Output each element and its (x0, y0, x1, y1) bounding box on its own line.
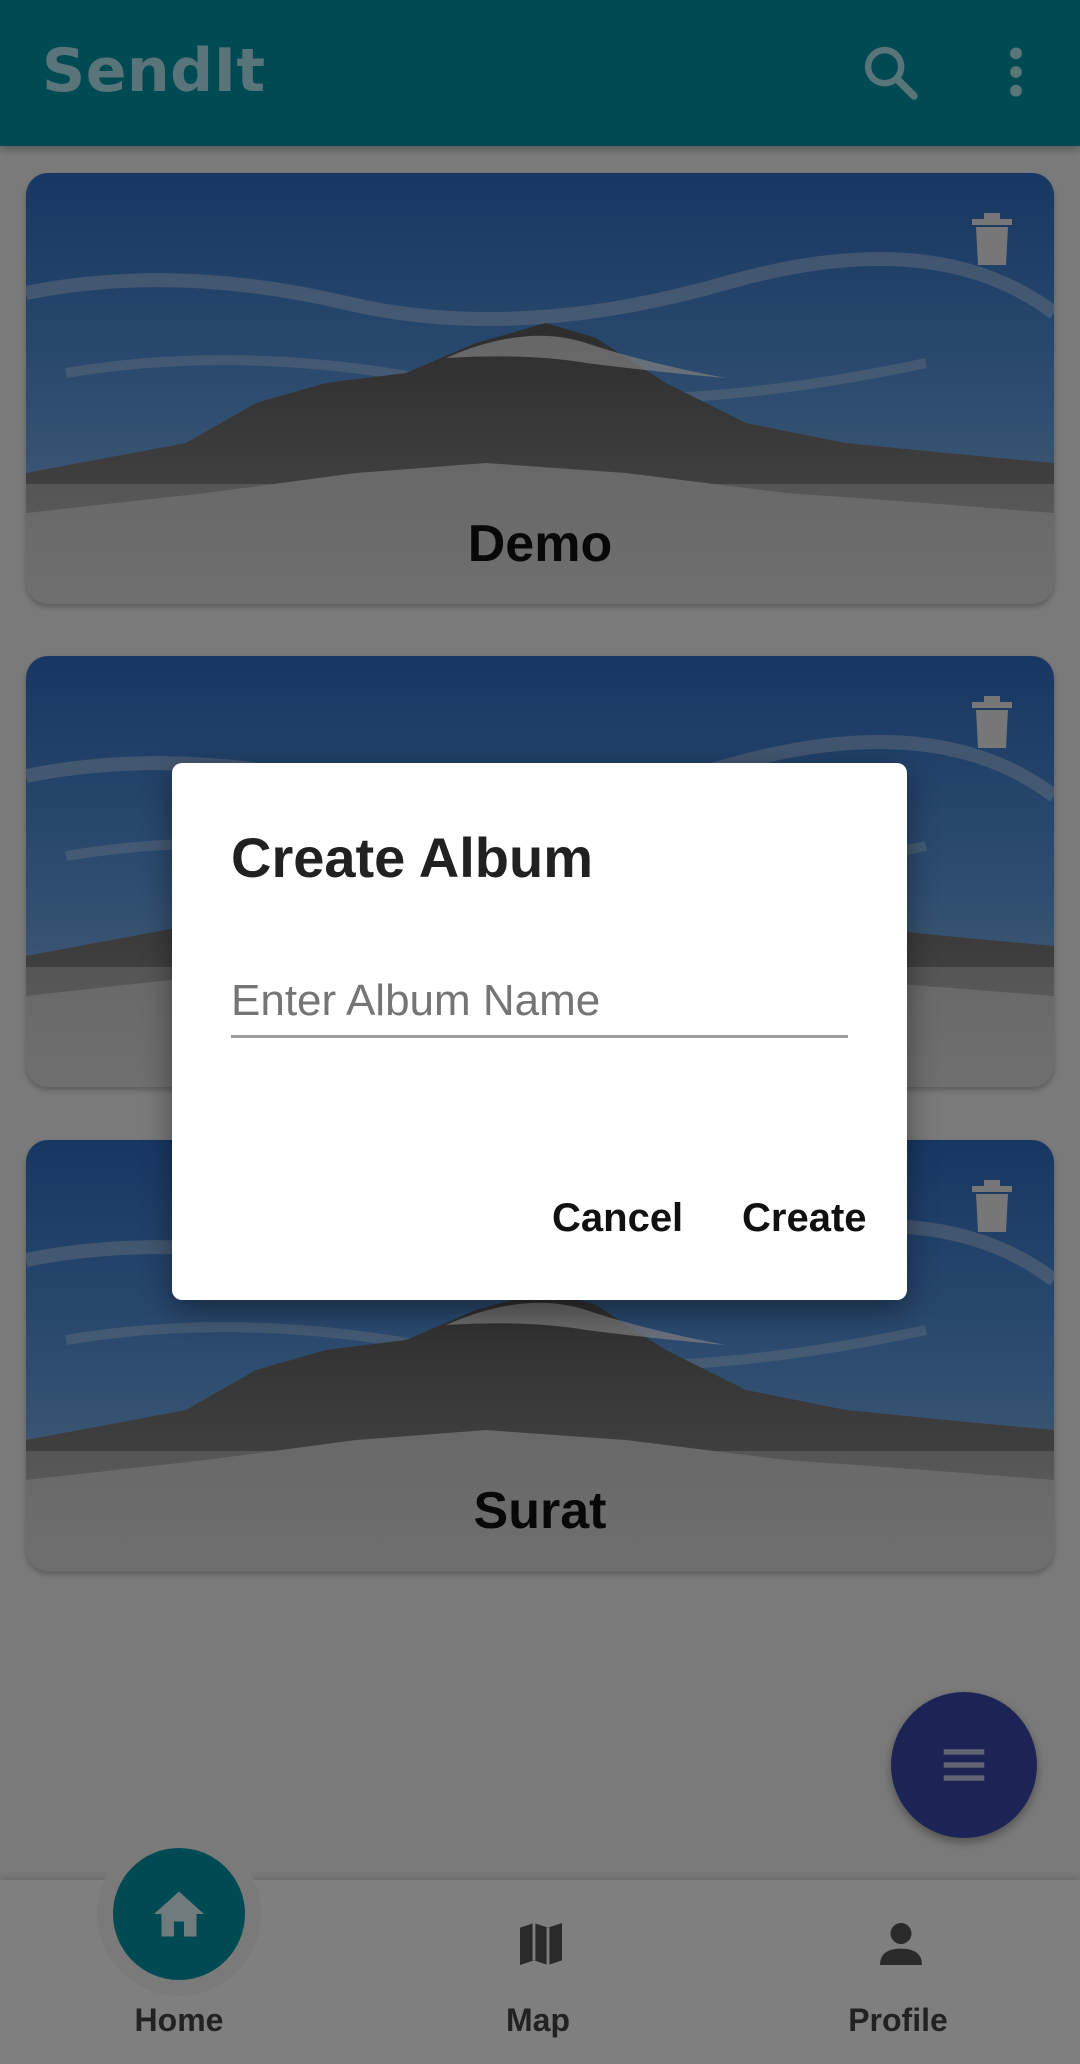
album-name-input[interactable] (231, 966, 848, 1038)
dialog-title: Create Album (231, 826, 594, 889)
create-button[interactable]: Create (732, 1183, 877, 1253)
create-album-dialog: Create Album Cancel Create (172, 763, 907, 1300)
cancel-button[interactable]: Cancel (542, 1183, 693, 1253)
